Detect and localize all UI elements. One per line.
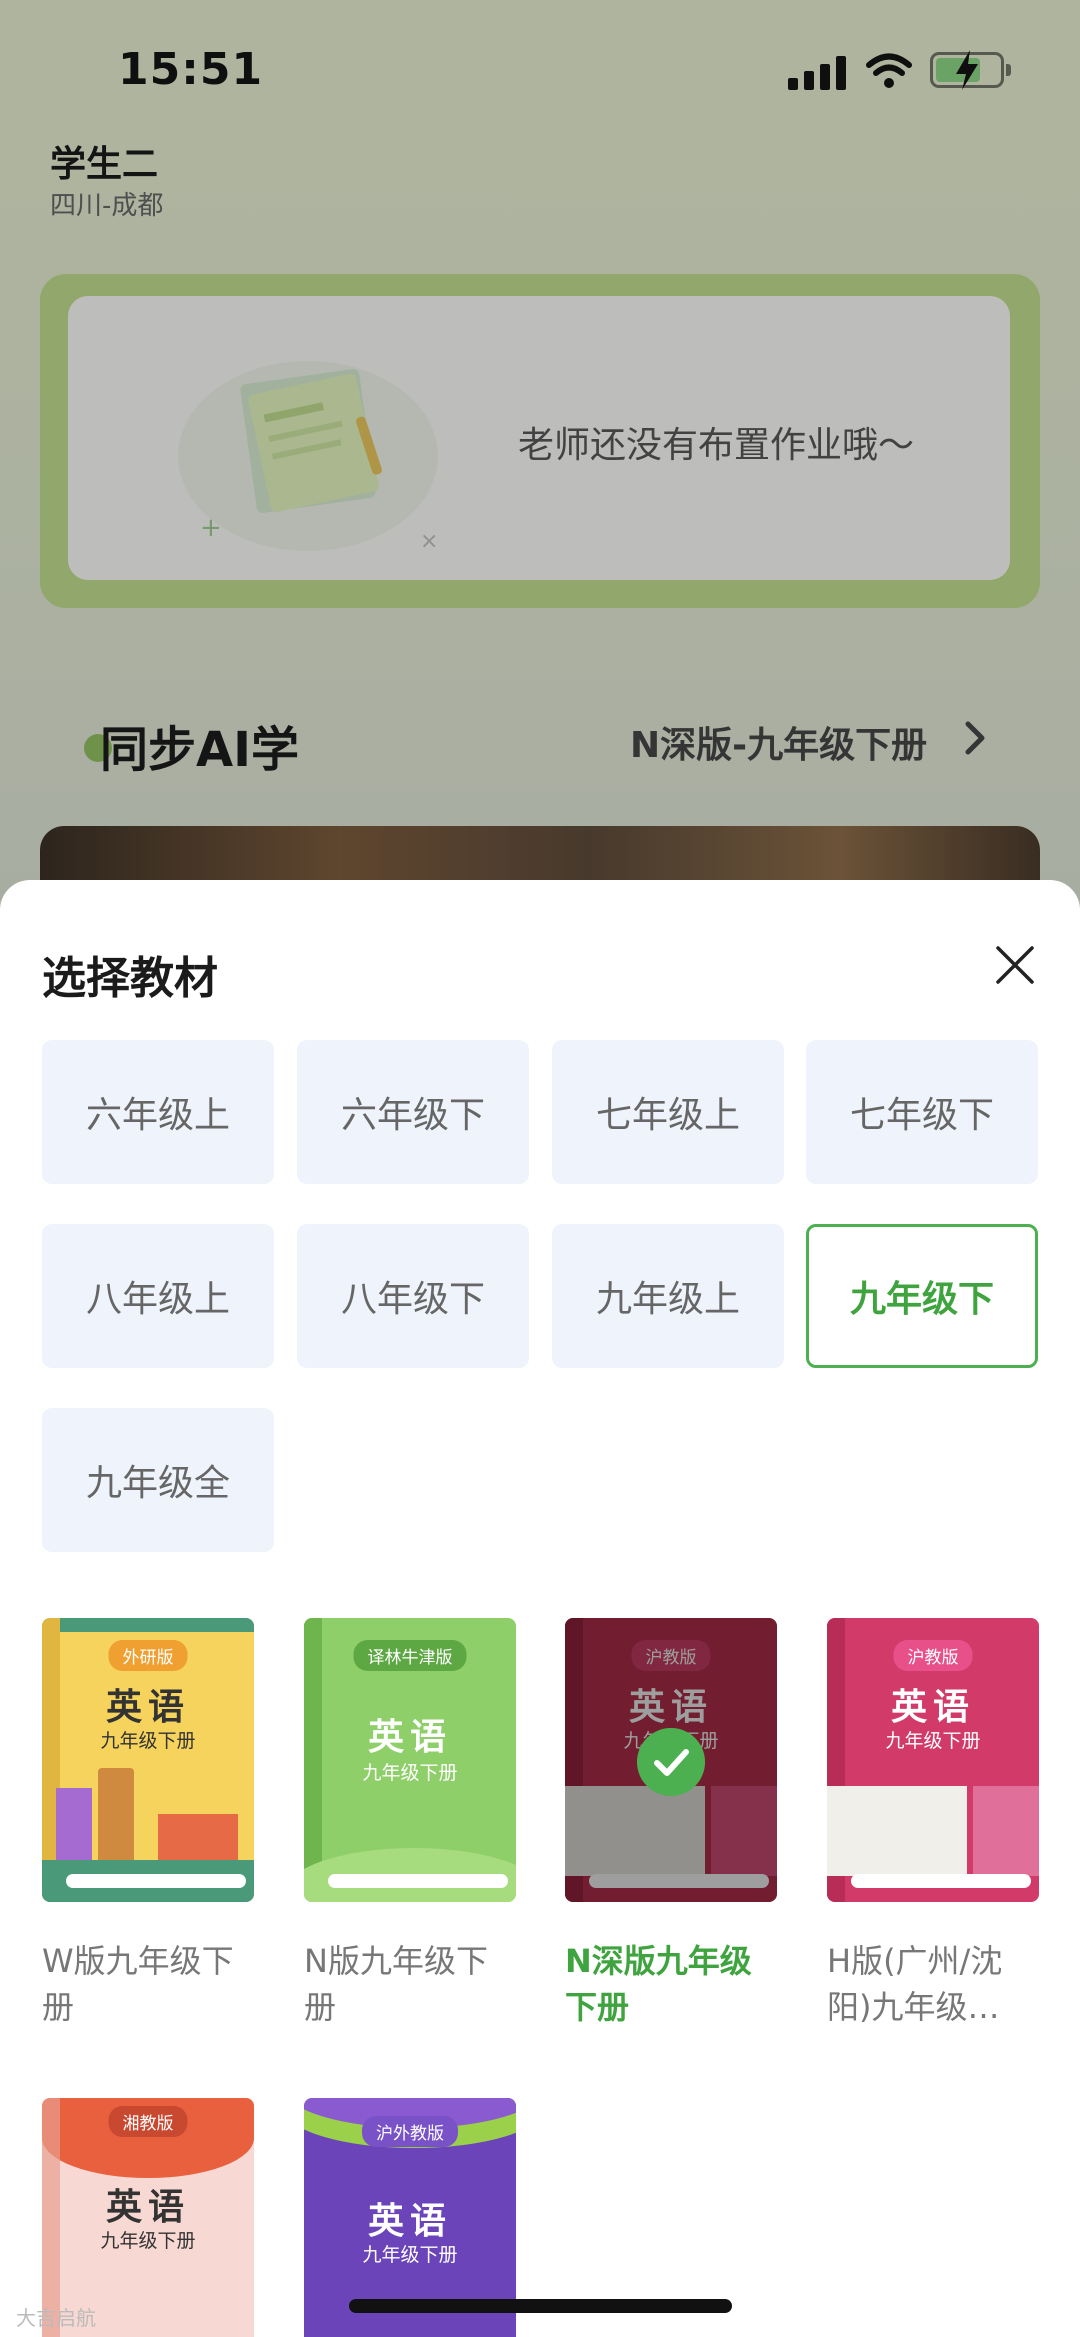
textbook-card-selected[interactable]: 沪教版 英语 九年级下册 N深版九年级下册 (565, 1618, 777, 2030)
selected-check-icon (637, 1728, 705, 1796)
sheet-title: 选择教材 (42, 953, 218, 1004)
grade-option[interactable]: 八年级下 (297, 1224, 529, 1368)
select-textbook-sheet: 选择教材 六年级上 六年级下 七年级上 七年级下 八年级上 八年级下 九年级上 … (0, 880, 1080, 2337)
textbook-label: W版九年级下册 (42, 1942, 234, 2026)
textbook-cover: 沪教版 英语 九年级下册 (827, 1618, 1039, 1902)
textbook-cover: 外研版 英语 九年级下册 (42, 1618, 254, 1902)
textbook-label: N深版九年级 下册 (565, 1942, 752, 2026)
textbook-card[interactable]: 外研版 英语 九年级下册 W版九年级下册 (42, 1618, 254, 2030)
grade-option[interactable]: 六年级上 (42, 1040, 274, 1184)
grade-option[interactable]: 九年级上 (552, 1224, 784, 1368)
close-icon[interactable] (990, 940, 1040, 990)
textbook-label: H版(广州/沈 阳)九年级… (827, 1942, 1003, 2026)
textbook-cover: 译林牛津版 英语 九年级下册 (304, 1618, 516, 1902)
home-indicator[interactable] (349, 2299, 732, 2313)
textbook-card[interactable]: 译林牛津版 英语 九年级下册 N版九年级下册 (304, 1618, 516, 2030)
grade-option[interactable]: 六年级下 (297, 1040, 529, 1184)
textbook-card[interactable]: 沪教版 英语 九年级下册 H版(广州/沈 阳)九年级… (827, 1618, 1039, 2030)
watermark: 大吉启航 (16, 2306, 96, 2330)
grade-option[interactable]: 七年级上 (552, 1040, 784, 1184)
textbook-label: N版九年级下册 (304, 1942, 488, 2026)
grade-option[interactable]: 九年级全 (42, 1408, 274, 1552)
grade-option[interactable]: 八年级上 (42, 1224, 274, 1368)
grade-option-selected[interactable]: 九年级下 (806, 1224, 1038, 1368)
grade-option[interactable]: 七年级下 (806, 1040, 1038, 1184)
